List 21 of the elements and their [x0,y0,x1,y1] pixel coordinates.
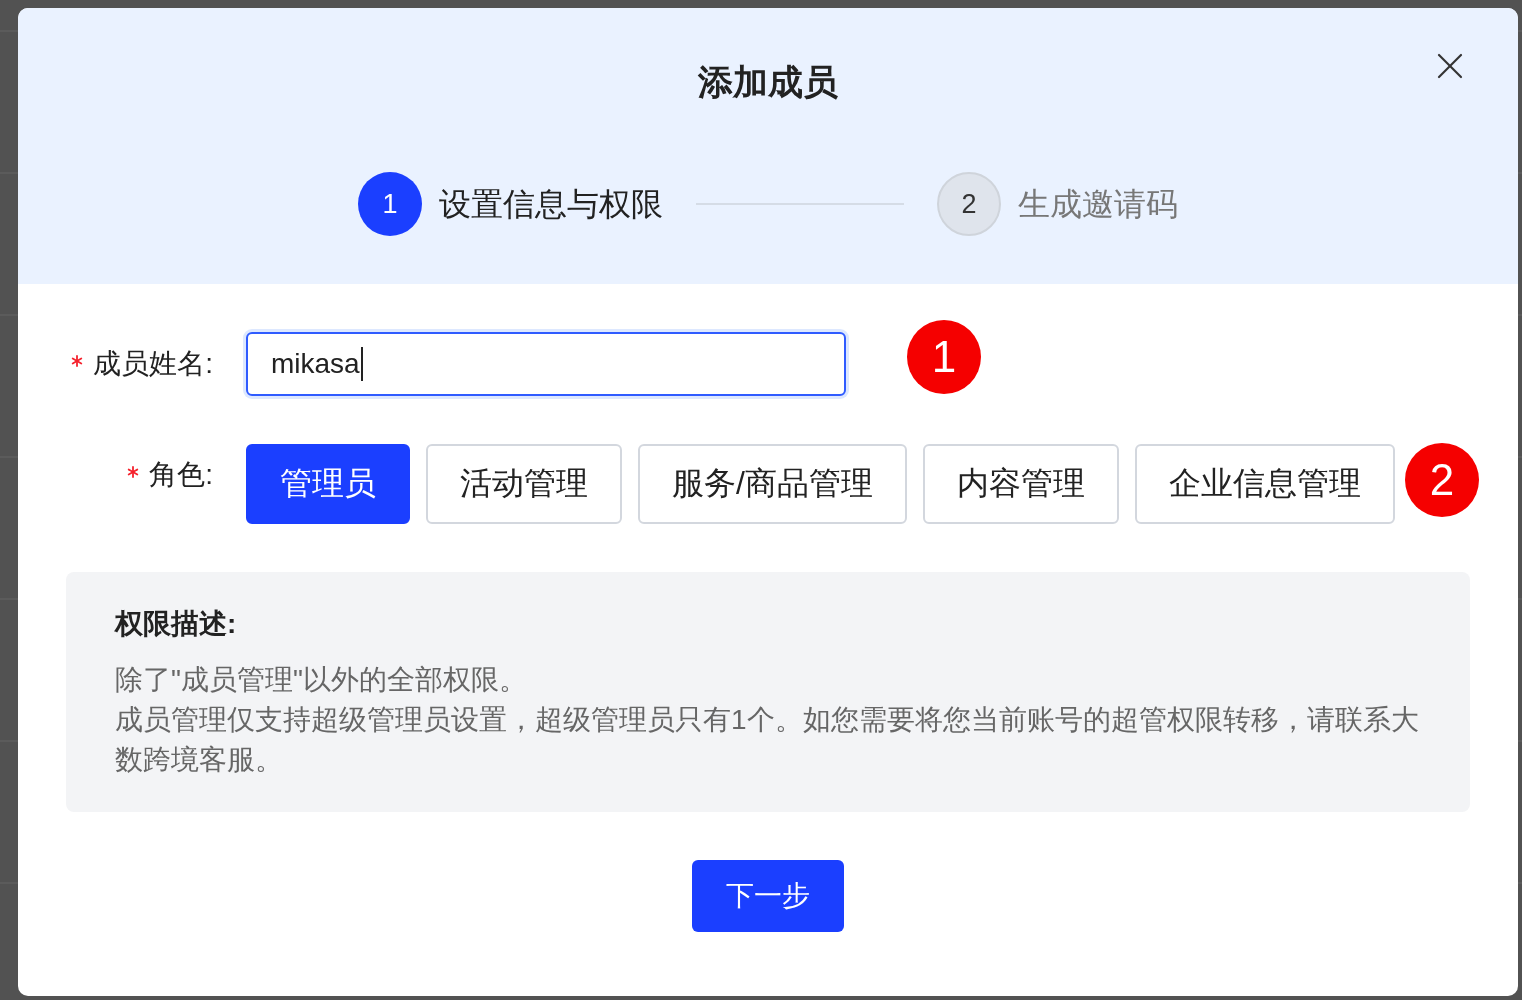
annotation-marker: 1 [907,320,981,394]
step-label: 生成邀请码 [1018,185,1178,224]
name-input[interactable]: mikasa [246,332,846,396]
step-label: 设置信息与权限 [439,185,663,224]
step-number: 1 [358,172,422,236]
role-option[interactable]: 服务/商品管理 [638,444,907,524]
description-title: 权限描述: [115,607,238,641]
role-option[interactable]: 内容管理 [922,444,1119,524]
description-text: 成员管理仅支持超级管理员设置，超级管理员只有1个。如您需要将您当前账号的超管权限转移，请联系大数跨境客服。 [115,703,1420,777]
role-option[interactable]: 管理员 [246,444,410,524]
role-option[interactable]: 活动管理 [426,444,622,524]
text-cursor-icon [360,347,363,381]
close-icon[interactable] [1437,53,1463,79]
step-number: 2 [937,172,1001,236]
description-text: 除了"成员管理"以外的全部权限。 [115,663,528,697]
dialog-title: 添加成员 [698,61,838,103]
next-button[interactable]: 下一步 [692,860,844,932]
field-label: 角色: [149,458,213,492]
annotation-marker: 2 [1404,443,1479,517]
field-label: 成员姓名: [93,347,213,381]
role-option[interactable]: 企业信息管理 [1134,444,1395,524]
